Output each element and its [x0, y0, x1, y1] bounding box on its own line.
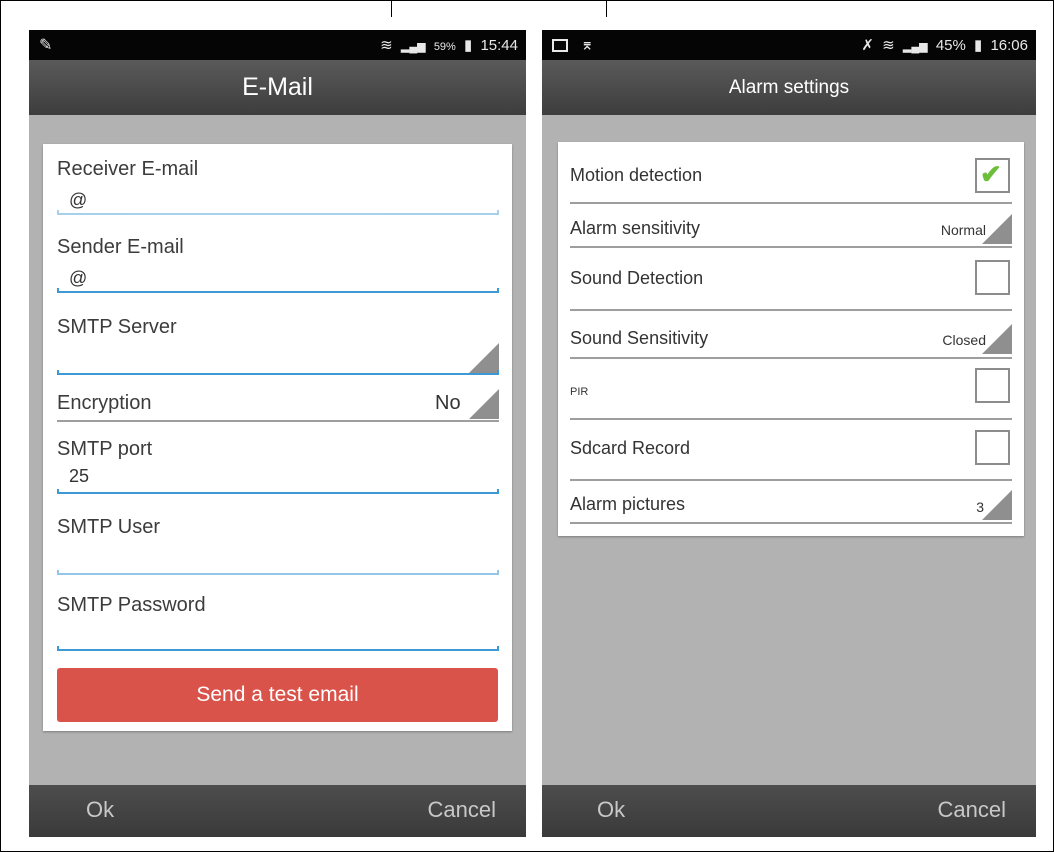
receiver-email-field[interactable]: Receiver E-mail @: [57, 158, 499, 220]
receiver-email-input[interactable]: @: [69, 190, 87, 211]
field-underline: [57, 646, 499, 651]
sound-detection-row[interactable]: Sound Detection: [570, 254, 1012, 311]
field-underline: [57, 288, 499, 293]
pir-checkbox[interactable]: [975, 368, 1010, 403]
alarm-settings-screen: ⌆ ✗ ≋ ▂▄▆ 45% ▮ 16:06 Alarm settings Mot…: [542, 30, 1036, 837]
battery-icon: ▮: [974, 37, 983, 54]
dropdown-corner-icon[interactable]: [982, 324, 1012, 354]
dropdown-corner-icon[interactable]: [469, 343, 499, 373]
field-underline: [57, 370, 499, 375]
page-title: E-Mail: [29, 60, 526, 115]
wifi-icon: ≋: [380, 37, 393, 54]
row-divider: [570, 309, 1012, 311]
notification-icons: ⌆: [552, 35, 594, 55]
signal-icon: ▂▄▆: [400, 41, 426, 53]
encryption-selector[interactable]: Encryption No: [57, 389, 499, 422]
bottom-action-bar: Ok Cancel: [542, 785, 1036, 837]
ok-button[interactable]: Ok: [86, 797, 114, 823]
email-settings-screen: ✎ ≋ ▂▄▆ 59% ▮ 15:44 E-Mail Receiver E-ma…: [29, 30, 526, 837]
alarm-pictures-selector[interactable]: Alarm pictures 3: [570, 488, 1012, 526]
sdcard-record-checkbox[interactable]: [975, 430, 1010, 465]
smtp-port-input[interactable]: 25: [69, 466, 89, 487]
signal-icon: ▂▄▆: [902, 41, 928, 53]
page-title: Alarm settings: [542, 60, 1036, 115]
row-divider: [570, 479, 1012, 481]
sound-detection-label: Sound Detection: [570, 268, 704, 288]
sound-sensitivity-label: Sound Sensitivity: [570, 328, 709, 348]
usb-icon: ⌆: [580, 37, 594, 54]
battery-icon: ▮: [464, 37, 473, 54]
clock: 15:44: [480, 37, 518, 54]
image-icon: [552, 39, 568, 53]
field-underline: [57, 570, 499, 575]
sdcard-record-label: Sdcard Record: [570, 438, 691, 458]
figure-frame-top: [0, 0, 1054, 17]
smtp-port-field[interactable]: SMTP port 25: [57, 438, 499, 500]
frame-divider-tick: [606, 0, 607, 17]
sender-email-label: Sender E-mail: [57, 236, 184, 258]
pir-row[interactable]: PIR: [570, 364, 1012, 420]
status-icons: ✗ ≋ ▂▄▆ 45% ▮ 16:06: [857, 36, 1028, 54]
motion-detection-label: Motion detection: [570, 165, 703, 185]
clock: 16:06: [990, 37, 1028, 54]
alarm-sensitivity-value: Normal: [940, 222, 986, 238]
sound-sensitivity-selector[interactable]: Sound Sensitivity Closed: [570, 320, 1012, 360]
send-test-email-button[interactable]: Send a test email: [57, 668, 498, 722]
row-divider: [57, 420, 499, 422]
status-bar: ✎ ≋ ▂▄▆ 59% ▮ 15:44: [29, 30, 526, 60]
mute-icon: ✗: [861, 37, 874, 54]
cancel-button[interactable]: Cancel: [428, 797, 496, 823]
frame-divider-tick: [391, 0, 392, 17]
smtp-server-field[interactable]: SMTP Server: [57, 316, 499, 378]
sender-email-input[interactable]: @: [69, 268, 87, 289]
row-divider: [570, 522, 1012, 524]
encryption-value: No: [435, 392, 461, 414]
row-divider: [570, 202, 1012, 204]
status-icons: ≋ ▂▄▆ 59% ▮ 15:44: [376, 36, 518, 54]
row-divider: [570, 418, 1012, 420]
cancel-button[interactable]: Cancel: [938, 797, 1006, 823]
pir-label: PIR: [570, 386, 589, 398]
battery-percent: 59%: [433, 41, 456, 53]
smtp-port-label: SMTP port: [57, 438, 153, 460]
pen-icon: ✎: [39, 37, 53, 54]
row-divider: [570, 246, 1012, 248]
field-underline: [57, 210, 499, 215]
ok-button[interactable]: Ok: [597, 797, 625, 823]
row-divider: [570, 357, 1012, 359]
alarm-sensitivity-selector[interactable]: Alarm sensitivity Normal: [570, 212, 1012, 248]
sound-sensitivity-value: Closed: [942, 332, 986, 348]
smtp-user-field[interactable]: SMTP User: [57, 516, 499, 578]
status-bar: ⌆ ✗ ≋ ▂▄▆ 45% ▮ 16:06: [542, 30, 1036, 60]
sender-email-field[interactable]: Sender E-mail @: [57, 236, 499, 298]
battery-percent: 45%: [935, 37, 966, 54]
smtp-password-label: SMTP Password: [57, 594, 206, 616]
motion-detection-checkbox[interactable]: ✔: [975, 158, 1010, 193]
sdcard-record-row[interactable]: Sdcard Record: [570, 426, 1012, 482]
bottom-action-bar: Ok Cancel: [29, 785, 526, 837]
alarm-settings-card: Motion detection ✔ Alarm sensitivity Nor…: [558, 142, 1024, 536]
dropdown-corner-icon[interactable]: [982, 490, 1012, 520]
smtp-password-field[interactable]: SMTP Password: [57, 594, 499, 656]
receiver-email-label: Receiver E-mail: [57, 158, 199, 180]
smtp-user-label: SMTP User: [57, 516, 160, 538]
smtp-server-label: SMTP Server: [57, 316, 177, 338]
email-form-card: Receiver E-mail @ Sender E-mail @ SMTP S…: [43, 144, 512, 731]
check-icon: ✔: [980, 159, 1002, 189]
wifi-icon: ≋: [882, 37, 895, 54]
dropdown-corner-icon[interactable]: [982, 214, 1012, 244]
dropdown-corner-icon[interactable]: [469, 389, 499, 419]
encryption-label: Encryption: [57, 392, 152, 414]
field-underline: [57, 489, 499, 494]
sound-detection-checkbox[interactable]: [975, 260, 1010, 295]
alarm-sensitivity-label: Alarm sensitivity: [570, 218, 701, 238]
alarm-pictures-label: Alarm pictures: [570, 494, 686, 514]
motion-detection-row[interactable]: Motion detection ✔: [570, 156, 1012, 206]
